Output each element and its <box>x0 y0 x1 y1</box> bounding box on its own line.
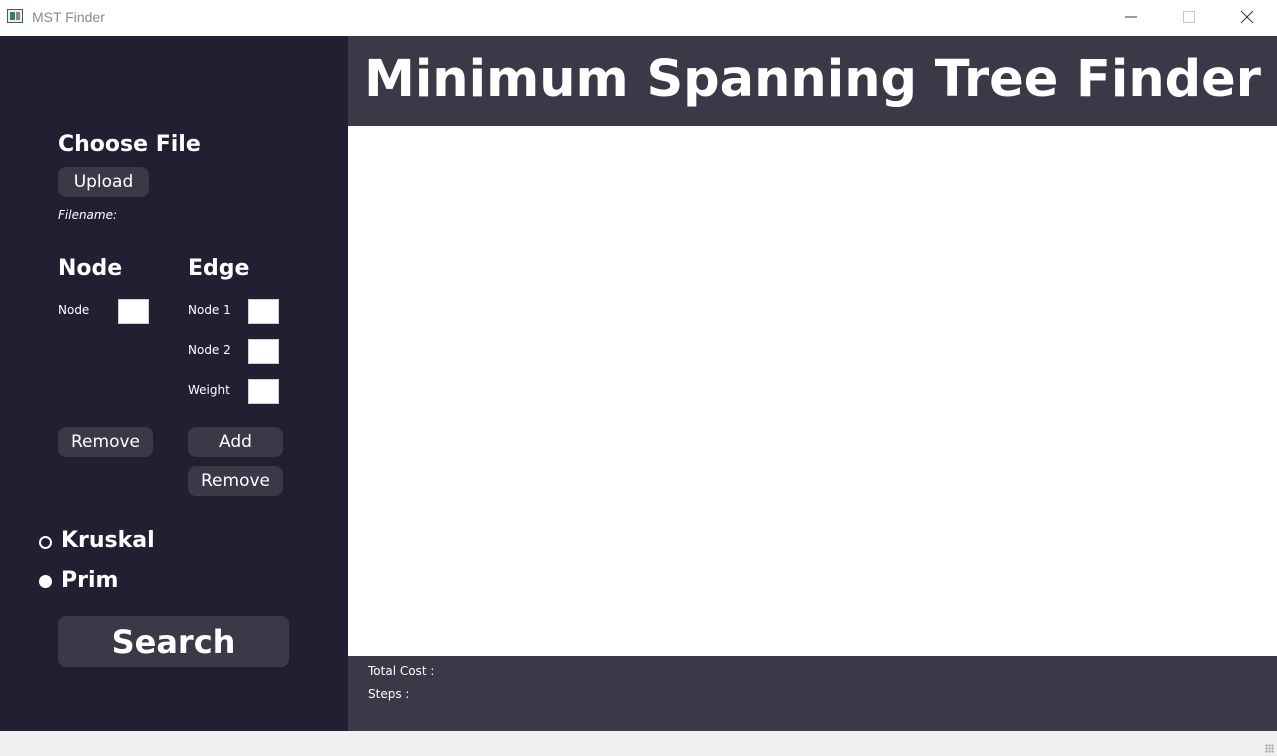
edge-node1-label: Node 1 <box>188 303 231 317</box>
prim-label[interactable]: Prim <box>61 568 118 593</box>
status-bar <box>0 731 1277 756</box>
search-button[interactable]: Search <box>58 616 289 667</box>
sidebar: Choose File Upload Filename: Node Edge N… <box>0 36 348 731</box>
edge-weight-label: Weight <box>188 383 230 397</box>
node-field-label: Node <box>58 303 90 317</box>
remove-node-button[interactable]: Remove <box>58 427 153 457</box>
minimize-icon <box>1125 16 1137 18</box>
node-heading: Node <box>58 256 123 281</box>
filename-label: Filename: <box>58 208 118 222</box>
page-title: Minimum Spanning Tree Finder <box>364 50 1261 109</box>
resize-grip-icon[interactable] <box>1265 744 1274 753</box>
close-button[interactable] <box>1218 0 1276 34</box>
kruskal-label[interactable]: Kruskal <box>61 528 155 553</box>
steps-label: Steps : <box>368 687 410 701</box>
add-edge-button[interactable]: Add <box>188 427 283 457</box>
window-title: MST Finder <box>32 9 105 25</box>
prim-radio[interactable] <box>39 575 52 588</box>
total-cost-label: Total Cost : <box>368 664 435 678</box>
edge-heading: Edge <box>188 256 250 281</box>
minimize-button[interactable] <box>1102 0 1160 34</box>
maximize-icon <box>1183 11 1195 23</box>
graph-canvas[interactable] <box>348 126 1277 656</box>
edge-node2-input[interactable] <box>248 339 279 364</box>
choose-file-heading: Choose File <box>58 132 201 157</box>
node-input[interactable] <box>118 299 149 324</box>
remove-edge-button[interactable]: Remove <box>188 466 283 496</box>
edge-weight-input[interactable] <box>248 379 279 404</box>
edge-node2-label: Node 2 <box>188 343 231 357</box>
app-icon <box>7 9 23 23</box>
maximize-button[interactable] <box>1160 0 1218 34</box>
kruskal-radio[interactable] <box>39 536 52 549</box>
window-titlebar: MST Finder <box>0 0 1277 36</box>
header: Minimum Spanning Tree Finder <box>348 36 1277 126</box>
results-panel: Total Cost : Steps : <box>348 656 1277 731</box>
edge-node1-input[interactable] <box>248 299 279 324</box>
upload-button[interactable]: Upload <box>58 167 149 197</box>
close-icon <box>1240 10 1254 24</box>
